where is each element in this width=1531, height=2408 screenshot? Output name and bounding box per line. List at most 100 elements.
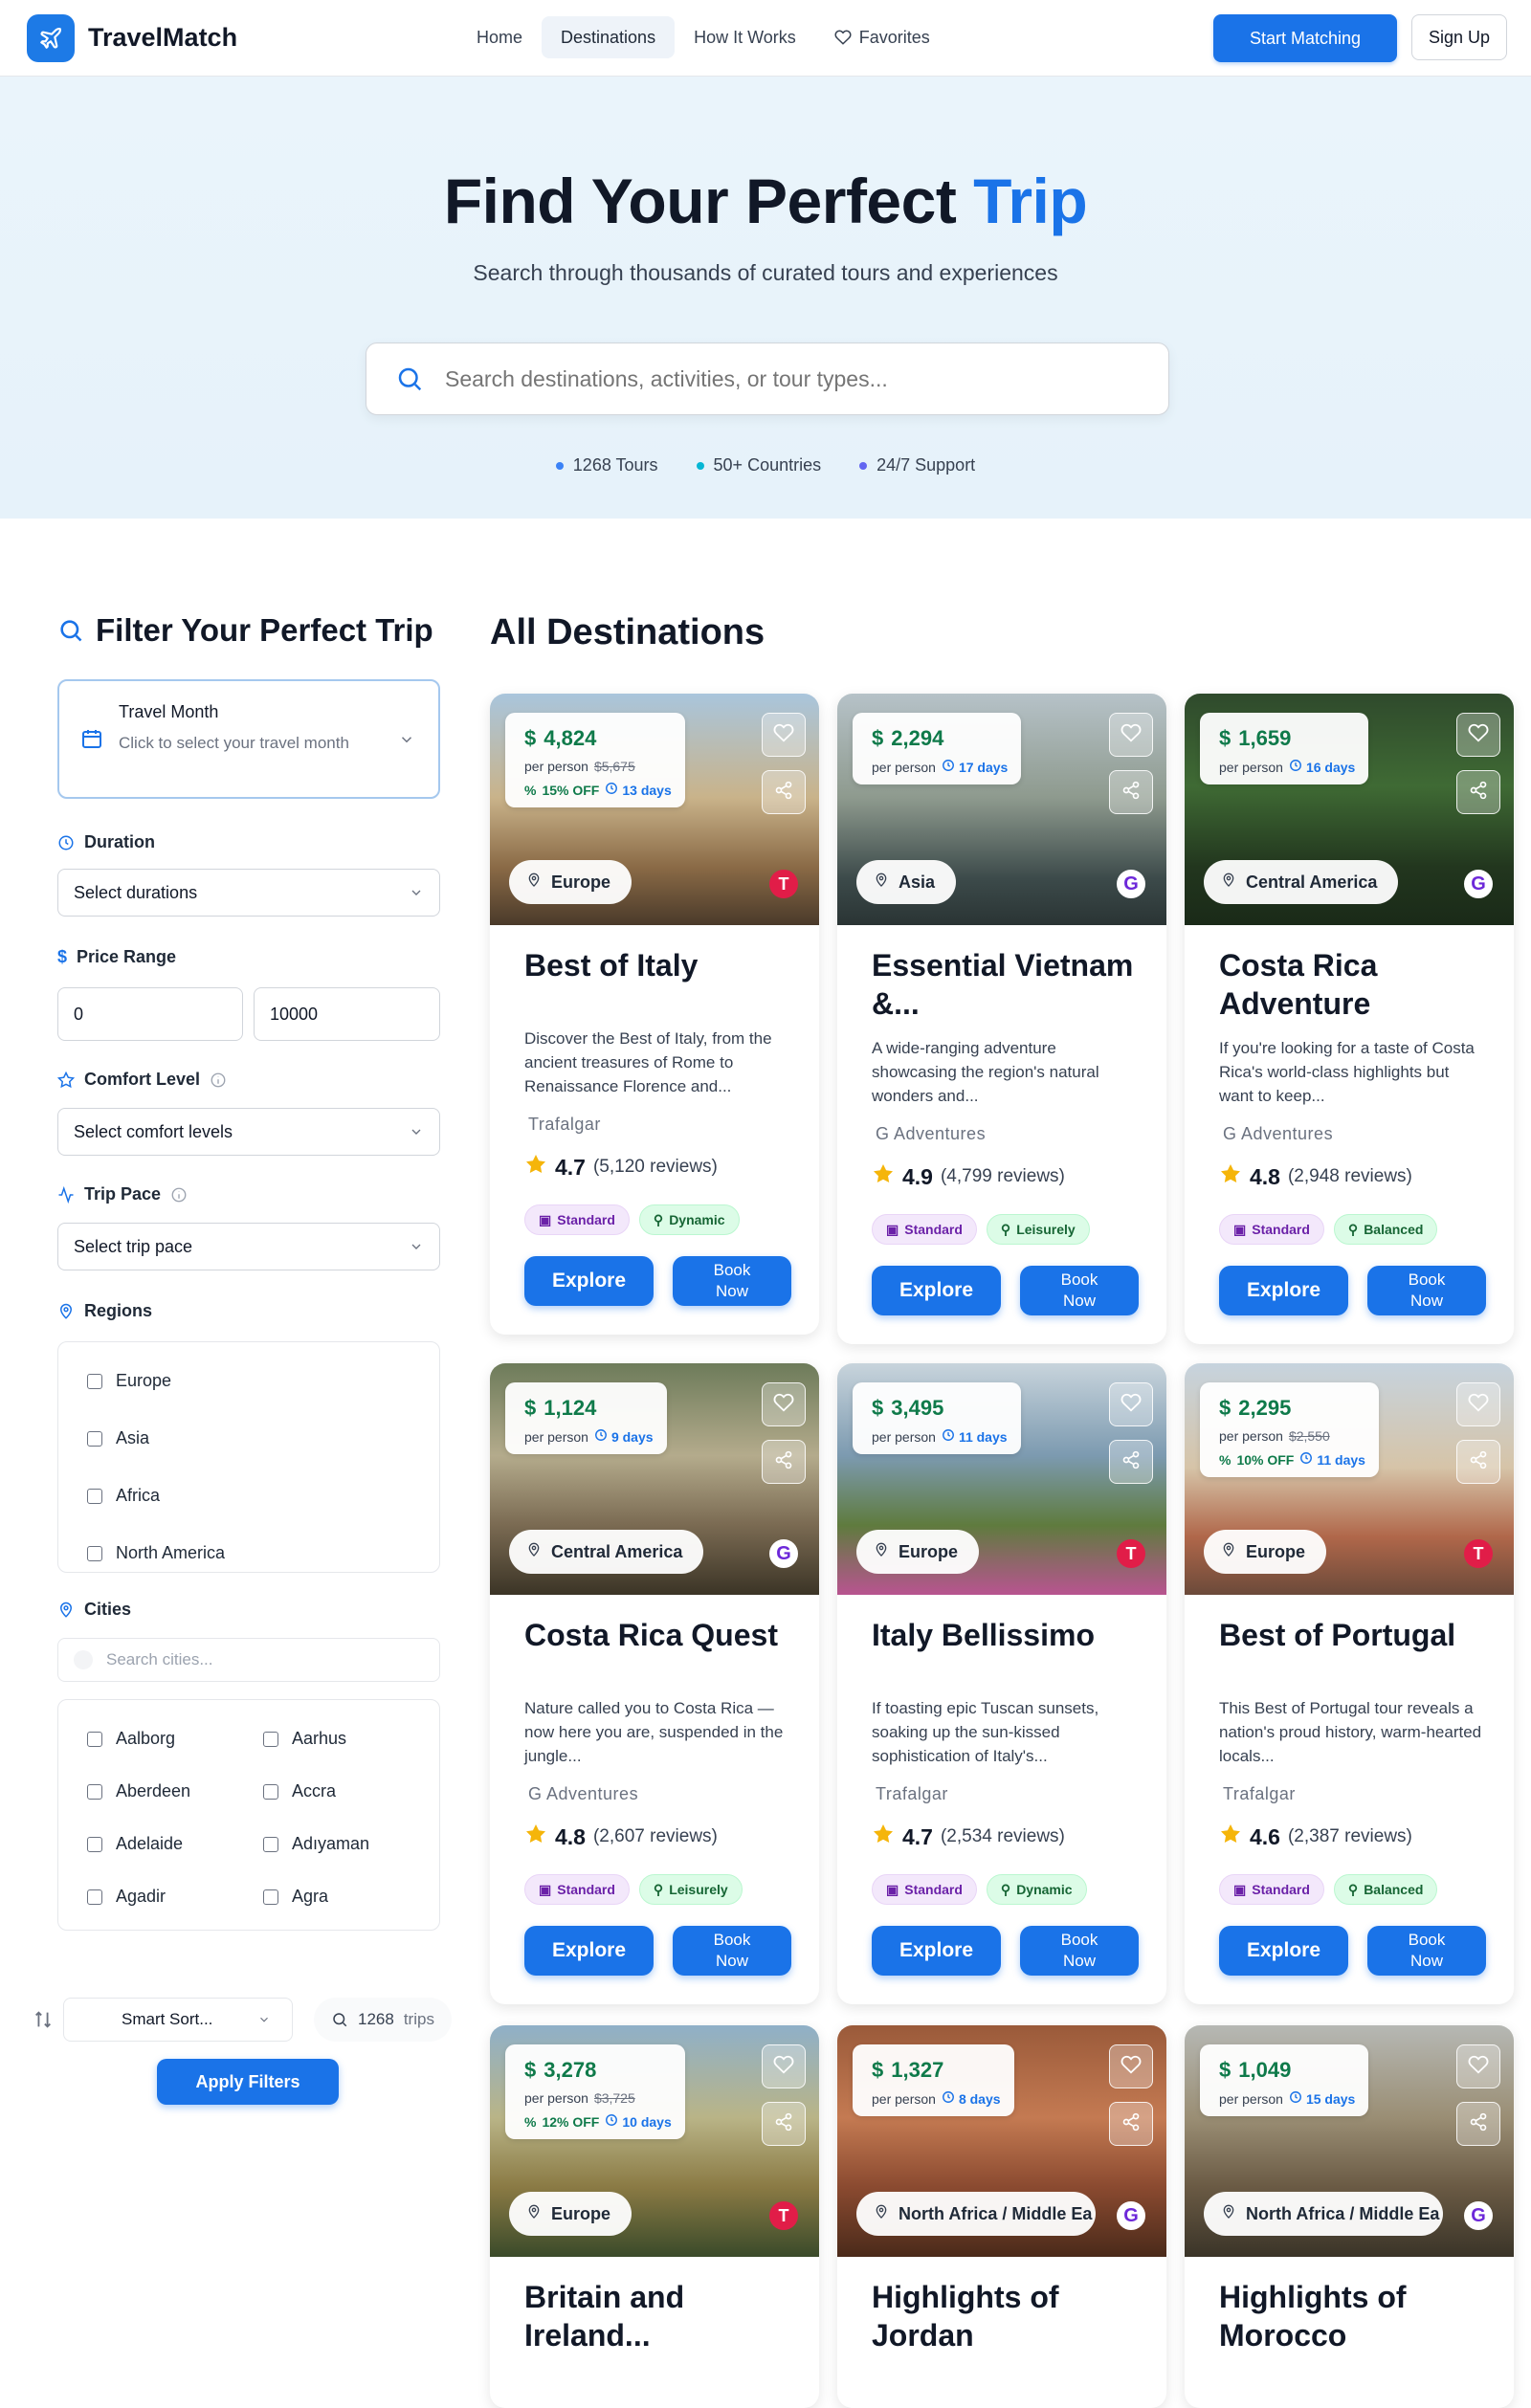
region-pill: Central America [1204, 860, 1399, 904]
operator-name: Trafalgar [528, 1115, 601, 1134]
book-now-button[interactable]: Book Now [1367, 1926, 1486, 1976]
share-button[interactable] [762, 2102, 806, 2146]
explore-button[interactable]: Explore [1219, 1266, 1348, 1315]
info-icon[interactable] [210, 1071, 227, 1089]
explore-button[interactable]: Explore [1219, 1926, 1348, 1976]
hotel-icon: ▣ [1233, 1881, 1247, 1897]
travel-month-picker[interactable]: Travel Month Click to select your travel… [57, 679, 440, 799]
hero-search-input[interactable] [445, 365, 1115, 392]
favorite-button[interactable] [1109, 1382, 1153, 1426]
city-checkbox[interactable]: Adıyaman [263, 1834, 369, 1854]
share-button[interactable] [762, 770, 806, 814]
share-button[interactable] [1109, 2102, 1153, 2146]
favorite-button[interactable] [1109, 2044, 1153, 2088]
region-checkbox-north-america[interactable]: North America [87, 1543, 225, 1563]
nav-home[interactable]: Home [457, 16, 542, 58]
share-button[interactable] [762, 1440, 806, 1484]
price-max-input[interactable]: 10000 [254, 987, 440, 1041]
cities-search-input[interactable]: Search cities... [57, 1638, 440, 1682]
favorite-button[interactable] [1109, 713, 1153, 757]
price-value: 2,294 [891, 726, 944, 750]
share-button[interactable] [1456, 770, 1500, 814]
g-adventures-logo-icon: G [1464, 870, 1493, 898]
region-checkbox-asia[interactable]: Asia [87, 1428, 149, 1448]
comfort-level-select[interactable]: Select comfort levels [57, 1108, 440, 1156]
region-label: Africa [116, 1486, 161, 1505]
region-name: Europe [551, 2203, 611, 2223]
card-actions: Explore Book Now [524, 1256, 791, 1306]
trip-pace-select[interactable]: Select trip pace [57, 1223, 440, 1270]
duration-select[interactable]: Select durations [57, 869, 440, 917]
info-icon[interactable] [170, 1186, 188, 1204]
hero-search-bar[interactable] [366, 342, 1169, 415]
comfort-tag: ▣ Standard [524, 1204, 630, 1235]
heart-icon [773, 722, 794, 748]
book-now-button[interactable]: Book Now [1367, 1266, 1486, 1315]
checkbox-icon [263, 1836, 278, 1852]
share-button[interactable] [1109, 770, 1153, 814]
city-checkbox[interactable]: Agadir [87, 1887, 166, 1907]
favorite-button[interactable] [1456, 2044, 1500, 2088]
sign-up-button[interactable]: Sign Up [1411, 14, 1507, 60]
price-value: 1,327 [891, 2058, 944, 2082]
favorite-button[interactable] [762, 2044, 806, 2088]
favorite-button[interactable] [1456, 1382, 1500, 1426]
city-checkbox[interactable]: Aalborg [87, 1729, 175, 1749]
city-checkbox[interactable]: Aberdeen [87, 1781, 190, 1801]
share-button[interactable] [1456, 1440, 1500, 1484]
dollar-icon: $ [57, 947, 68, 966]
region-checkbox-europe[interactable]: Europe [87, 1371, 171, 1391]
favorite-button[interactable] [762, 1382, 806, 1426]
stat-support-label: 24/7 Support [876, 455, 976, 475]
checkbox-icon [87, 1373, 102, 1389]
book-now-button[interactable]: Book Now [1020, 1926, 1139, 1976]
region-checkbox-africa[interactable]: Africa [87, 1486, 160, 1506]
book-now-button[interactable]: Book Now [673, 1256, 791, 1306]
per-person-row: per person 11 days [872, 1428, 1008, 1445]
city-checkbox[interactable]: Agra [263, 1887, 328, 1907]
trafalgar-logo-icon: T [769, 870, 798, 898]
start-matching-button[interactable]: Start Matching [1213, 14, 1397, 62]
region-name: Europe [1246, 1541, 1306, 1561]
explore-button[interactable]: Explore [524, 1926, 654, 1976]
share-button[interactable] [1456, 2102, 1500, 2146]
duration-badge: 10 days [605, 2113, 672, 2130]
duration-days: 11 days [958, 1428, 1008, 1445]
card-title: Britain and Ireland... [524, 2280, 685, 2353]
book-now-button[interactable]: Book Now [673, 1926, 791, 1976]
comfort-tag-label: Standard [557, 1212, 615, 1227]
nav-how-it-works[interactable]: How It Works [675, 16, 815, 58]
nav-destinations[interactable]: Destinations [542, 16, 676, 58]
share-button[interactable] [1109, 1440, 1153, 1484]
review-count: (4,799 reviews) [940, 1166, 1065, 1186]
sort-select[interactable]: Smart Sort... [63, 1998, 293, 2042]
explore-button[interactable]: Explore [872, 1926, 1001, 1976]
nav-favorites-label: Favorites [858, 27, 930, 47]
favorite-button[interactable] [1456, 713, 1500, 757]
favorite-button[interactable] [762, 713, 806, 757]
comfort-tag-label: Standard [557, 1882, 615, 1897]
duration-badge: 8 days [942, 2090, 1001, 2107]
explore-button[interactable]: Explore [524, 1256, 654, 1306]
book-now-button[interactable]: Book Now [1020, 1266, 1139, 1315]
explore-button[interactable]: Explore [872, 1266, 1001, 1315]
price: $1,049 [1219, 2058, 1355, 2083]
clock-icon [1289, 759, 1302, 775]
currency-symbol: $ [524, 2058, 537, 2082]
duration-days: 17 days [958, 759, 1009, 775]
trip-count-number: 1268 [358, 2010, 394, 2028]
nav-favorites[interactable]: Favorites [815, 16, 949, 58]
per-person-label: per person [1219, 759, 1283, 775]
city-checkbox[interactable]: Aarhus [263, 1729, 346, 1749]
clock-icon [942, 2090, 955, 2107]
brand[interactable]: TravelMatch [27, 13, 237, 62]
price-min-input[interactable]: 0 [57, 987, 243, 1041]
city-checkbox[interactable]: Accra [263, 1781, 336, 1801]
price: $2,294 [872, 726, 1008, 751]
map-pin-icon [874, 873, 889, 893]
apply-filters-button[interactable]: Apply Filters [157, 2059, 339, 2105]
city-checkbox[interactable]: Adelaide [87, 1834, 183, 1854]
city-label: Adıyaman [292, 1834, 370, 1853]
percent-icon: % [524, 782, 537, 798]
per-person-label: per person [524, 1428, 588, 1445]
